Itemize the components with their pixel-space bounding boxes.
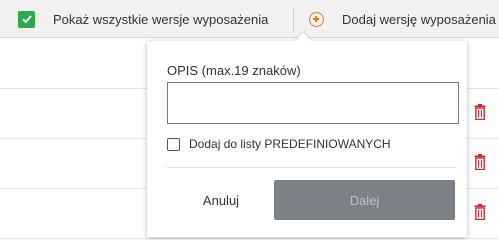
trash-icon[interactable] (474, 204, 486, 220)
cancel-button[interactable]: Anuluj (167, 180, 275, 220)
trash-icon[interactable] (474, 104, 486, 120)
add-version-label: Dodaj wersję wyposażenia (342, 11, 496, 27)
show-all-versions-toggle[interactable]: Pokaż wszystkie wersje wyposażenia (18, 0, 268, 38)
plus-circle-icon (309, 11, 324, 27)
dialog-divider (167, 167, 455, 168)
toolbar: Pokaż wszystkie wersje wyposażenia Dodaj… (0, 0, 499, 38)
show-all-versions-label: Pokaż wszystkie wersje wyposażenia (53, 11, 269, 27)
description-input[interactable] (167, 82, 459, 124)
next-button[interactable]: Dalej (274, 180, 455, 220)
trash-icon[interactable] (474, 154, 486, 170)
checkbox-checked-icon[interactable] (18, 10, 35, 28)
add-to-predefined-option[interactable]: Dodaj do listy PREDEFINIOWANYCH (167, 137, 391, 151)
add-version-popover: OPIS (max.19 znaków) Dodaj do listy PRED… (147, 32, 467, 237)
toolbar-separator (293, 7, 294, 31)
predefined-label: Dodaj do listy PREDEFINIOWANYCH (189, 137, 391, 151)
add-version-button[interactable]: Dodaj wersję wyposażenia (309, 0, 496, 38)
description-label: OPIS (max.19 znaków) (167, 63, 301, 78)
predefined-checkbox[interactable] (167, 137, 180, 151)
row-divider (0, 238, 499, 239)
